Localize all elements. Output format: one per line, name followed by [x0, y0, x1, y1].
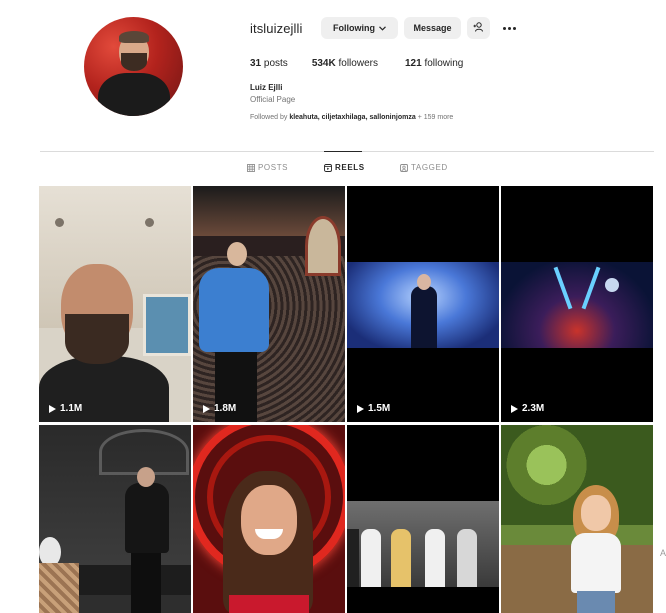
avatar-body [98, 73, 170, 116]
reel-view-count: 1.5M [368, 403, 391, 414]
reel-tile[interactable] [347, 425, 499, 613]
following-stat[interactable]: 121 following [405, 58, 463, 69]
profile-full-name: Luiz Ejlli [250, 83, 283, 92]
posts-stat: 31 posts [250, 58, 288, 69]
tab-reels-label: REELS [335, 163, 365, 172]
avatar-beard [121, 53, 147, 71]
reel-tile[interactable] [501, 425, 653, 613]
active-tab-indicator [324, 151, 362, 152]
reel-tile[interactable]: 2.3M [501, 186, 653, 422]
reel-view-count: 2.3M [522, 403, 545, 414]
following-button[interactable]: Following [321, 17, 398, 39]
profile-avatar[interactable] [84, 17, 183, 116]
profile-username: itsluizejlli [250, 21, 303, 36]
followers-label: followers [338, 58, 378, 69]
reel-view-count: 1.8M [214, 403, 237, 414]
avatar-hair [119, 31, 149, 43]
profile-stats: 31 posts 534K followers 121 following [250, 58, 487, 69]
tab-tagged-label: TAGGED [411, 163, 448, 172]
followers-count: 534K [311, 58, 336, 69]
tab-reels[interactable]: REELS [324, 163, 365, 172]
reels-icon [324, 163, 332, 172]
add-user-icon [473, 22, 484, 34]
tab-posts-label: POSTS [258, 163, 289, 172]
play-icon [203, 404, 210, 413]
reel-tile[interactable] [193, 425, 345, 613]
reel-tile[interactable]: 1.5M [347, 186, 499, 422]
reel-views: 1.1M [49, 403, 82, 414]
reel-views: 2.3M [511, 403, 544, 414]
followers-stat[interactable]: 534K followers [312, 58, 378, 69]
profile-tabs: POSTS REELS TAGGED [0, 163, 666, 177]
following-label: following [424, 58, 464, 69]
reel-tile[interactable] [39, 425, 191, 613]
tab-tagged[interactable]: TAGGED [400, 163, 448, 172]
play-icon [511, 404, 518, 413]
reel-tile[interactable]: 1.8M [193, 186, 345, 422]
reel-tile[interactable]: 1.1M [39, 186, 191, 422]
followed-by-names: kleahuta, ciljetaxhilaga, salloninjomza [289, 114, 416, 121]
following-count: 121 [404, 58, 422, 69]
reel-views: 1.5M [357, 403, 390, 414]
followed-by-more: + 159 more [417, 114, 454, 121]
tab-posts[interactable]: POSTS [247, 163, 288, 172]
tagged-icon [400, 163, 408, 172]
reel-views: 1.8M [203, 403, 236, 414]
play-icon [357, 404, 364, 413]
reel-view-count: 1.1M [60, 403, 83, 414]
more-options-icon[interactable] [499, 21, 519, 35]
profile-category: Official Page [250, 95, 296, 104]
posts-label: posts [263, 58, 288, 69]
chevron-down-icon [379, 24, 386, 33]
posts-count: 31 [250, 58, 262, 69]
message-button[interactable]: Message [404, 17, 461, 39]
suggested-users-button[interactable] [467, 17, 490, 39]
play-icon [49, 404, 56, 413]
followed-by[interactable]: Followed by kleahuta, ciljetaxhilaga, sa… [250, 114, 453, 121]
edge-text: A [660, 548, 666, 558]
grid-icon [247, 163, 255, 172]
followed-by-prefix: Followed by [250, 114, 288, 121]
following-button-label: Following [333, 23, 375, 33]
